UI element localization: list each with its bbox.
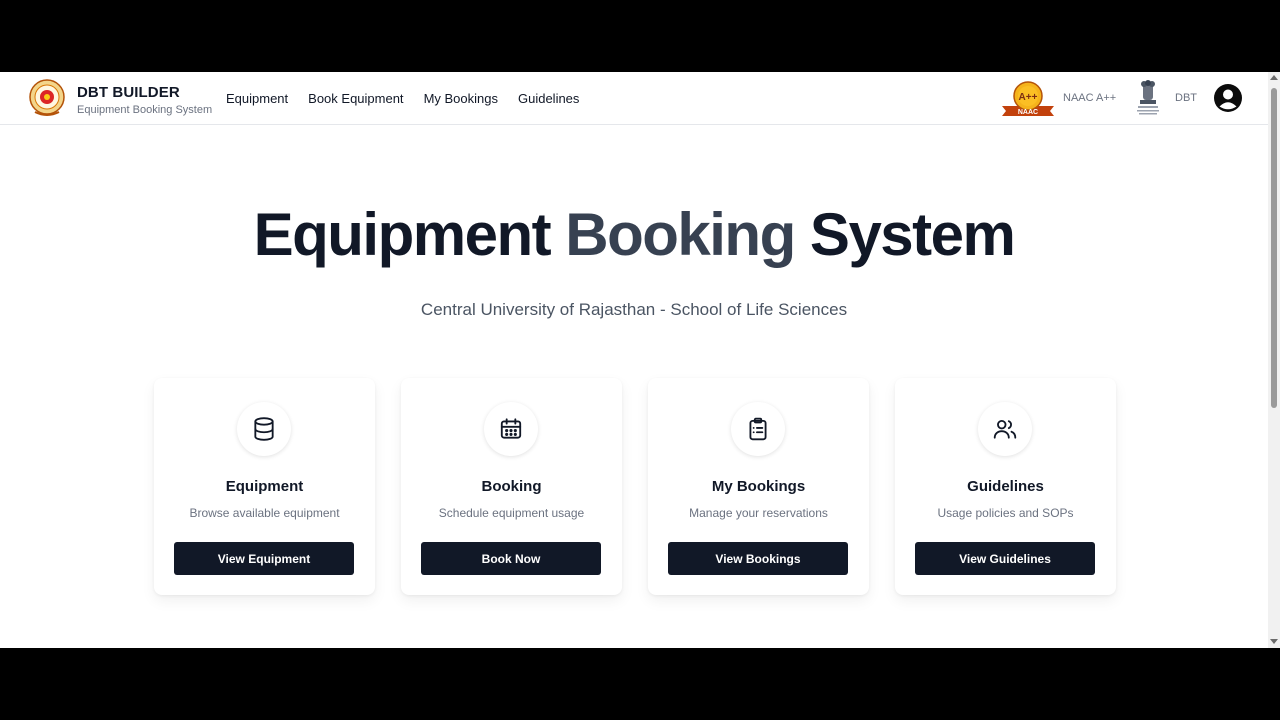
card-title: Guidelines — [967, 478, 1044, 495]
brand-name: DBT BUILDER — [77, 84, 180, 101]
dbt-label: DBT — [1175, 92, 1197, 104]
nav-book-equipment[interactable]: Book Equipment — [308, 91, 403, 106]
national-emblem-icon — [1133, 78, 1163, 118]
scroll-thumb[interactable] — [1271, 88, 1277, 408]
clipboard-list-icon — [731, 402, 785, 456]
card-guidelines: Guidelines Usage policies and SOPs View … — [895, 378, 1116, 595]
brand[interactable]: DBT BUILDER Equipment Booking System — [77, 84, 212, 116]
nav-equipment[interactable]: Equipment — [226, 91, 288, 106]
card-title: My Bookings — [711, 478, 806, 495]
nav-my-bookings[interactable]: My Bookings — [424, 91, 498, 106]
card-equipment: Equipment Browse available equipment Vie… — [154, 378, 375, 595]
card-description: Browse available equipment — [189, 506, 340, 520]
card-title: Equipment — [225, 478, 304, 495]
naac-badge-text: A++ — [1019, 92, 1038, 103]
naac-label: NAAC A++ — [1063, 92, 1117, 104]
card-booking: Booking Schedule equipment usage Book No… — [401, 378, 622, 595]
nav-guidelines[interactable]: Guidelines — [518, 91, 579, 106]
browser-viewport: DBT BUILDER Equipment Booking System Equ… — [0, 72, 1280, 648]
view-bookings-button[interactable]: View Bookings — [668, 542, 848, 575]
user-account-icon[interactable] — [1213, 83, 1243, 113]
top-navbar: DBT BUILDER Equipment Booking System Equ… — [0, 72, 1268, 125]
card-title: Booking — [481, 478, 542, 495]
view-guidelines-button[interactable]: View Guidelines — [915, 542, 1095, 575]
card-description: Schedule equipment usage — [438, 506, 585, 520]
main-nav: Equipment Book Equipment My Bookings Gui… — [226, 91, 579, 106]
users-icon — [978, 402, 1032, 456]
database-icon — [237, 402, 291, 456]
book-now-button[interactable]: Book Now — [421, 542, 601, 575]
naac-badge-ribbon: NAAC — [1018, 109, 1038, 116]
hero-title: Equipment Booking System — [0, 200, 1268, 269]
naac-badge-icon: A++ NAAC — [1000, 80, 1056, 118]
scroll-down-arrow-icon[interactable] — [1270, 639, 1278, 644]
brand-subtitle: Equipment Booking System — [77, 104, 213, 116]
university-logo-icon[interactable] — [29, 78, 65, 118]
card-description: Manage your reservations — [689, 506, 828, 520]
hero-title-part1: Equipment — [253, 201, 552, 268]
hero-subtitle: Central University of Rajasthan - School… — [420, 300, 848, 319]
scroll-up-arrow-icon[interactable] — [1270, 75, 1278, 80]
card-description: Usage policies and SOPs — [937, 506, 1074, 520]
calendar-icon — [484, 402, 538, 456]
view-equipment-button[interactable]: View Equipment — [174, 542, 354, 575]
card-my-bookings: My Bookings Manage your reservations Vie… — [648, 378, 869, 595]
hero-title-part2: Booking — [565, 201, 796, 268]
feature-cards: Equipment Browse available equipment Vie… — [154, 378, 1116, 595]
hero-title-part3: System — [809, 201, 1016, 268]
vertical-scrollbar[interactable] — [1268, 72, 1280, 648]
